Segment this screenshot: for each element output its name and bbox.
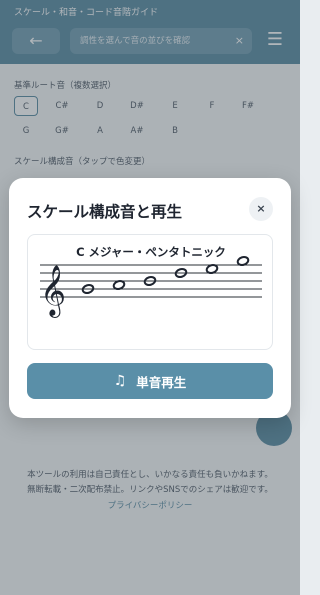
music-staff: 𝄞 xyxy=(40,256,262,318)
play-button-label: 単音再生 xyxy=(136,374,187,390)
score-card: C メジャー・ペンタトニック 𝄞 xyxy=(27,234,273,350)
modal-title: スケール構成音と再生 xyxy=(27,203,183,221)
treble-clef: 𝄞 xyxy=(40,265,66,318)
close-button[interactable]: × xyxy=(249,197,273,221)
play-single-note-button[interactable]: ♫ 単音再生 xyxy=(27,363,273,399)
close-icon: × xyxy=(256,202,266,215)
scale-modal: スケール構成音と再生 × C メジャー・ペンタトニック 𝄞 ♫ 単音再生 xyxy=(9,178,291,418)
music-note-icon: ♫ xyxy=(113,373,127,389)
